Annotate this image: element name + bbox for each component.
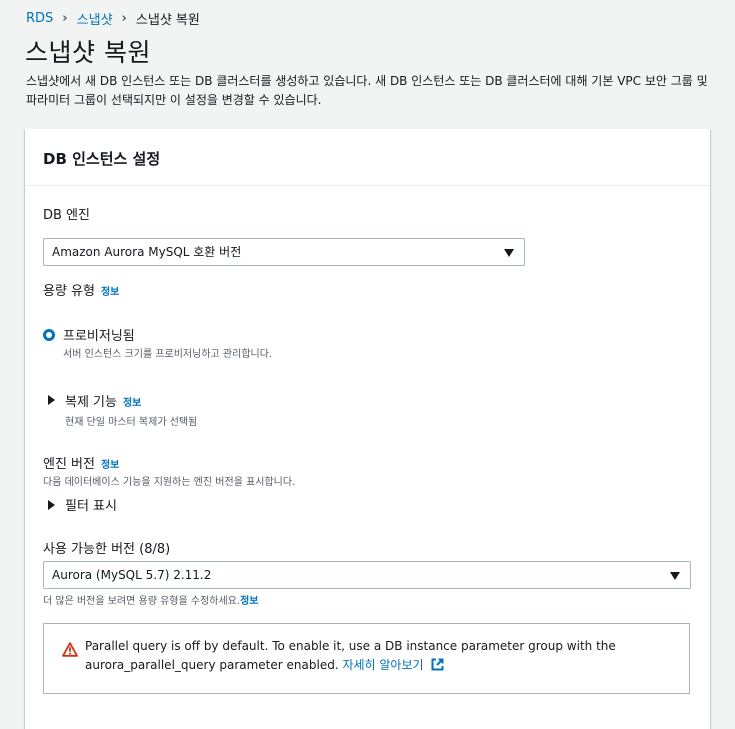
page-description: 스냅샷에서 새 DB 인스턴스 또는 DB 클러스터를 생성하고 있습니다. 새… (26, 74, 708, 107)
alert-message: Parallel query is off by default. To ena… (85, 637, 645, 675)
db-instance-settings-panel: DB 인스턴스 설정 DB 엔진 Amazon Aurora MySQL 호환 … (25, 129, 710, 729)
breadcrumb: RDS › 스냅샷 › 스냅샷 복원 (26, 9, 200, 28)
replication-info-link[interactable]: 정보 (123, 398, 141, 409)
page-title: 스냅샷 복원 (25, 38, 151, 67)
available-versions-info-link[interactable]: 정보 (240, 596, 258, 607)
capacity-type-heading: 용량 유형 정보 (43, 280, 119, 299)
learn-more-link[interactable]: 자세히 알아보기 (342, 658, 423, 672)
available-versions-label: 사용 가능한 버전 (8/8) (43, 542, 171, 557)
parallel-query-alert: Parallel query is off by default. To ena… (43, 623, 690, 694)
available-versions-hint: 더 많은 버전을 보려면 용량 유형을 수정하세요.정보 (43, 592, 258, 607)
db-engine-selected-value: Amazon Aurora MySQL 호환 버전 (52, 245, 242, 259)
breadcrumb-rds-link[interactable]: RDS (26, 11, 53, 26)
capacity-type-label: 용량 유형 (43, 284, 95, 299)
engine-version-info-link[interactable]: 정보 (101, 460, 119, 471)
available-versions-select[interactable]: Aurora (MySQL 5.7) 2.11.2 (43, 561, 691, 589)
available-versions-hint-text: 더 많은 버전을 보려면 용량 유형을 수정하세요. (43, 596, 241, 607)
caret-down-icon (670, 572, 680, 580)
chevron-right-icon: › (62, 11, 68, 26)
replication-heading[interactable]: 복제 기능 정보 (65, 391, 141, 410)
capacity-type-info-link[interactable]: 정보 (101, 287, 119, 298)
provisioned-radio[interactable] (43, 329, 55, 341)
caret-right-icon[interactable] (48, 395, 55, 405)
engine-version-desc: 다음 데이터베이스 기능을 지원하는 엔진 버전을 표시합니다. (43, 477, 296, 488)
breadcrumb-snapshots-link[interactable]: 스냅샷 (77, 9, 113, 28)
show-filters-toggle[interactable]: 필터 표시 (65, 495, 117, 514)
panel-header: DB 인스턴스 설정 (25, 129, 710, 186)
engine-version-heading: 엔진 버전 정보 (43, 453, 119, 472)
db-engine-label: DB 엔진 (43, 208, 90, 223)
available-versions-selected-value: Aurora (MySQL 5.7) 2.11.2 (52, 568, 212, 582)
provisioned-option-label[interactable]: 프로비저닝됨 (63, 325, 135, 344)
chevron-right-icon: › (121, 11, 127, 26)
panel-title: DB 인스턴스 설정 (43, 150, 161, 168)
replication-desc: 현재 단일 마스터 복제가 선택됨 (65, 417, 198, 428)
provisioned-option-desc: 서버 인스턴스 크기를 프로비저닝하고 관리합니다. (63, 349, 273, 360)
external-link-icon[interactable] (431, 658, 444, 671)
caret-right-icon[interactable] (48, 500, 55, 510)
db-engine-select[interactable]: Amazon Aurora MySQL 호환 버전 (43, 238, 525, 266)
warning-icon (62, 642, 78, 657)
breadcrumb-current: 스냅샷 복원 (135, 13, 200, 28)
engine-version-label: 엔진 버전 (43, 457, 95, 472)
replication-label[interactable]: 복제 기능 (65, 395, 117, 410)
caret-down-icon (504, 249, 514, 257)
